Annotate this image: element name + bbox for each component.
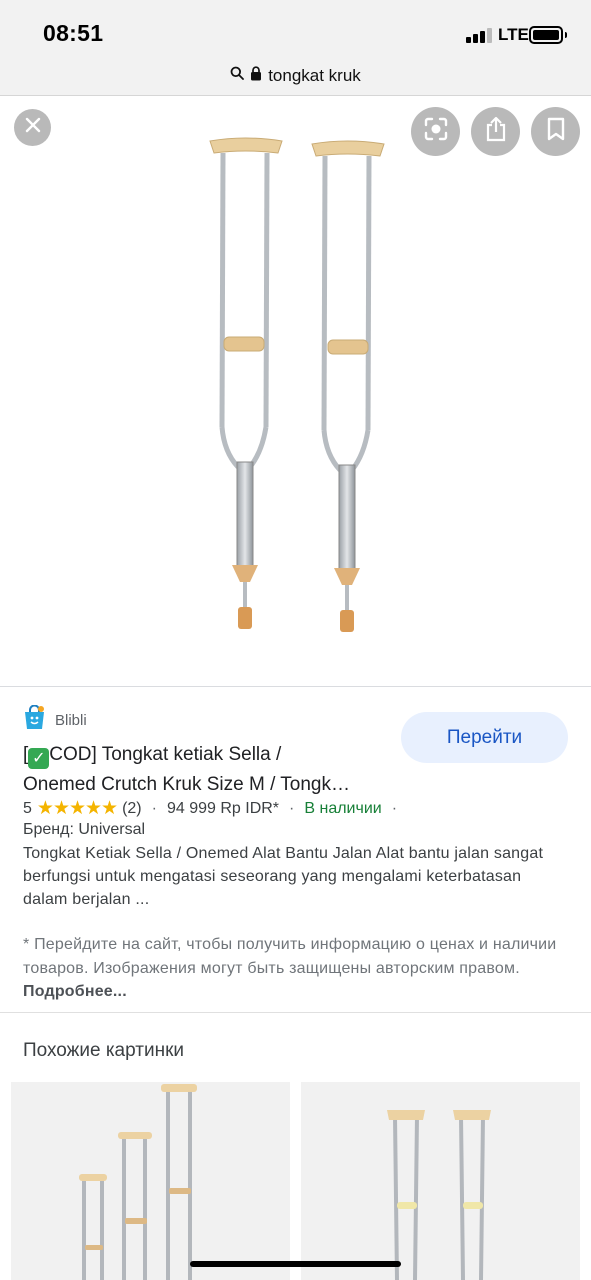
price: 94 999 Rp IDR* — [166, 799, 280, 817]
meta-row: 5 ★★★★★ (2) · 94 999 Rp IDR* · В наличии… — [23, 797, 402, 820]
similar-images-title: Похожие картинки — [23, 1040, 184, 1061]
disclaimer-text: * Перейдите на сайт, чтобы получить инфо… — [23, 936, 557, 977]
close-button[interactable] — [14, 109, 51, 146]
source-name: Blibli — [55, 711, 87, 729]
description: Tongkat Ketiak Sella / Onemed Alat Bantu… — [23, 845, 544, 908]
separator-dot: · — [289, 799, 295, 817]
two-crutches-image — [387, 1110, 491, 1280]
lock-icon — [250, 65, 262, 86]
similar-image-1[interactable] — [11, 1082, 290, 1280]
bookmark-icon — [546, 117, 566, 146]
save-button[interactable] — [531, 107, 580, 156]
source-row[interactable]: Blibli — [23, 704, 87, 735]
status-bar: 08:51 LTE — [0, 0, 591, 56]
left-crutch — [209, 137, 283, 629]
lens-icon — [423, 116, 449, 147]
lens-button[interactable] — [411, 107, 460, 156]
status-time: 08:51 — [43, 20, 104, 46]
search-icon — [230, 66, 245, 85]
separator-dot: · — [151, 799, 157, 817]
similar-image-2[interactable] — [301, 1082, 580, 1280]
url-text: tongkat kruk — [268, 65, 361, 85]
disclaimer: * Перейдите на сайт, чтобы получить инфо… — [23, 933, 568, 1004]
separator-dot: · — [391, 799, 398, 817]
brand: Бренд: Universal — [23, 821, 146, 838]
battery-tip — [565, 32, 567, 38]
visit-button[interactable]: Перейти — [401, 712, 568, 763]
battery-icon — [529, 26, 563, 44]
star-rating-icon: ★★★★★ — [36, 798, 118, 819]
availability: В наличии — [304, 799, 382, 817]
home-indicator[interactable] — [190, 1261, 401, 1267]
blibli-logo-icon — [23, 704, 46, 735]
three-crutches-image — [79, 1084, 197, 1280]
crutches-image — [209, 137, 385, 632]
result-panel: Blibli Перейти [✓ COD] Tongkat ketiak Sel… — [0, 688, 591, 1013]
result-title[interactable]: [✓ COD] Tongkat ketiak Sella / — [23, 744, 281, 769]
image-viewer — [0, 97, 591, 687]
share-icon — [484, 116, 508, 147]
checkmark-icon: ✓ — [28, 748, 50, 769]
close-icon — [24, 116, 42, 139]
right-crutch — [311, 140, 385, 632]
title-text: COD] Tongkat ketiak Sella / — [49, 744, 282, 765]
rating-value: 5 — [23, 799, 32, 817]
result-title-continued[interactable]: Onemed Crutch Kruk Size M / Tongk… — [23, 774, 350, 796]
signal-icon — [466, 27, 492, 43]
more-link[interactable]: Подробнее... — [23, 983, 127, 1000]
network-label: LTE — [498, 25, 529, 44]
share-button[interactable] — [471, 107, 520, 156]
review-count: (2) — [122, 799, 142, 817]
address-bar[interactable]: tongkat kruk — [0, 56, 591, 96]
